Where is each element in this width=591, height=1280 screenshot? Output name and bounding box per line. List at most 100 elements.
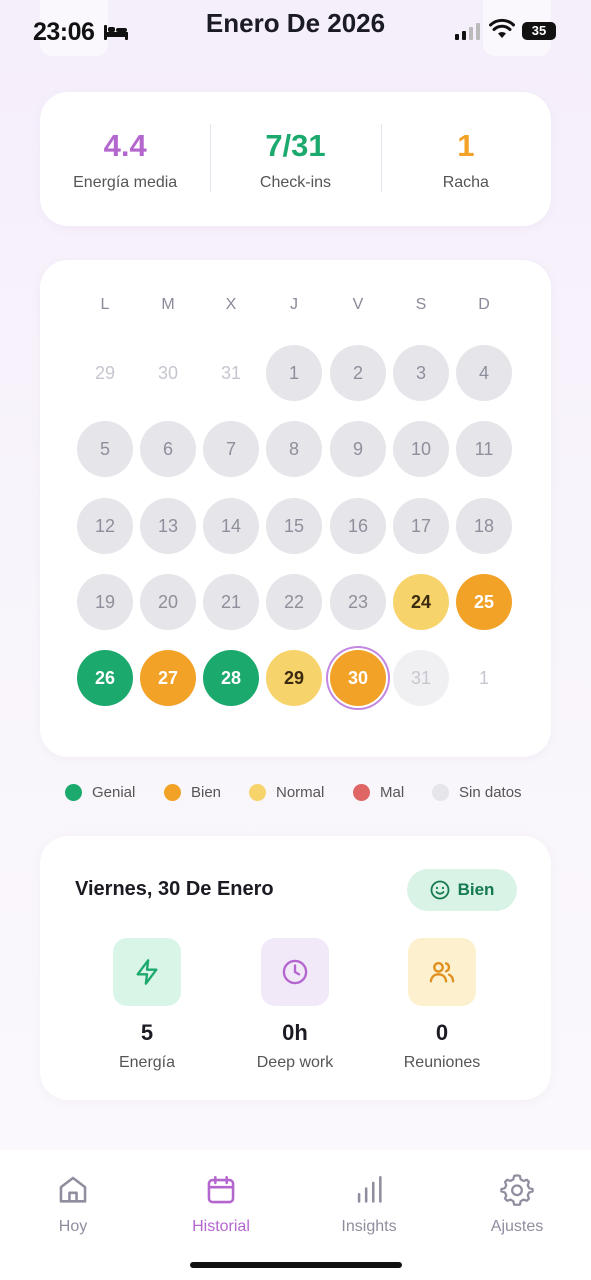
calendar-day: 29 <box>94 362 116 383</box>
stat-label: Check-ins <box>259 174 332 191</box>
stat-value: 1 <box>457 128 475 163</box>
weekday-header: LMXJVSD <box>40 296 551 314</box>
gear-icon <box>500 1174 534 1206</box>
weekday-label: D <box>478 296 490 313</box>
calendar-day[interactable]: 17 <box>393 498 449 554</box>
legend-item: Bien <box>164 784 221 801</box>
stat-value: 7/31 <box>265 128 326 163</box>
calendar-day[interactable]: 6 <box>140 421 196 477</box>
legend-item: Genial <box>65 784 135 801</box>
weekday-label: V <box>352 296 364 313</box>
stat-streak: 1 Racha <box>380 92 551 226</box>
calendar-day[interactable]: 7 <box>203 421 259 477</box>
tab-hoy[interactable]: Hoy <box>13 1172 133 1236</box>
lightning-icon <box>136 959 158 985</box>
smile-icon <box>430 880 449 900</box>
calendar-day[interactable]: 10 <box>393 421 449 477</box>
status-bar: 23:06 35 Enero De 2026 <box>0 0 591 60</box>
calendar-day[interactable]: 24 <box>393 574 449 630</box>
calendar-day: 30 <box>157 362 179 383</box>
metric-icon-box <box>113 938 181 1006</box>
calendar-day[interactable]: 1 <box>266 345 322 401</box>
calendar-day[interactable]: 14 <box>203 498 259 554</box>
calendar-day[interactable]: 29 <box>266 650 322 706</box>
legend-swatch <box>353 784 370 801</box>
metric-energy: 5 Energía <box>82 938 212 1072</box>
stat-label: Energía media <box>73 174 178 191</box>
metric-value: 5 <box>140 1020 154 1045</box>
calendar-day[interactable]: 22 <box>266 574 322 630</box>
stat-checkins: 7/31 Check-ins <box>210 92 380 226</box>
clock-icon <box>282 959 308 985</box>
calendar-day[interactable]: 18 <box>456 498 512 554</box>
calendar-day: 1 <box>478 667 489 688</box>
stat-energy: 4.4 Energía media <box>40 92 210 226</box>
users-icon <box>429 961 455 983</box>
calendar-day[interactable]: 13 <box>140 498 196 554</box>
metric-label: Reuniones <box>403 1054 481 1071</box>
tab-insights[interactable]: Insights <box>309 1172 429 1236</box>
calendar-day: 31 <box>220 362 242 383</box>
calendar-day[interactable]: 3 <box>393 345 449 401</box>
metric-value: 0 <box>435 1020 449 1045</box>
calendar-day[interactable]: 15 <box>266 498 322 554</box>
calendar-day[interactable]: 19 <box>77 574 133 630</box>
legend-label: Normal <box>276 784 325 801</box>
legend-label: Mal <box>380 784 405 801</box>
tab-label: Hoy <box>58 1218 88 1235</box>
calendar-day[interactable]: 16 <box>330 498 386 554</box>
day-detail-card: Viernes, 30 De Enero Bien 5 Energía 0h D… <box>40 836 551 1100</box>
home-indicator <box>190 1262 402 1268</box>
legend-item: Normal <box>249 784 324 801</box>
weekday-label: L <box>100 296 110 313</box>
home-icon <box>59 1176 87 1203</box>
stat-value: 4.4 <box>103 128 147 163</box>
mood-label: Bien <box>457 880 495 899</box>
calendar-day[interactable]: 26 <box>77 650 133 706</box>
metric-label: Deep work <box>256 1054 334 1071</box>
calendar-day[interactable]: 28 <box>203 650 259 706</box>
calendar-card: LMXJVSD 29 30 31 1 2 3 4 5 6 7 8 9 10 11 12 13 14 15 16 17 1… <box>40 260 551 757</box>
legend-label: Sin datos <box>459 784 522 801</box>
calendar-day[interactable]: 11 <box>456 421 512 477</box>
weekday-label: J <box>290 296 298 313</box>
metric-meetings: 0 Reuniones <box>377 938 507 1072</box>
calendar-day-selected[interactable]: 30 <box>330 650 386 706</box>
legend-item: Mal <box>353 784 404 801</box>
weekday-label: M <box>161 296 175 313</box>
calendar-day[interactable]: 9 <box>330 421 386 477</box>
page-title: Enero De 2026 <box>205 8 386 38</box>
calendar-day[interactable]: 23 <box>330 574 386 630</box>
calendar-day[interactable]: 21 <box>203 574 259 630</box>
legend-swatch <box>432 784 449 801</box>
tab-ajustes[interactable]: Ajustes <box>457 1172 577 1236</box>
weekday-label: S <box>415 296 427 313</box>
detail-date: Viernes, 30 De Enero <box>75 878 274 900</box>
calendar-day[interactable]: 20 <box>140 574 196 630</box>
calendar-icon <box>207 1175 235 1204</box>
stats-card: 4.4 Energía media 7/31 Check-ins 1 Racha <box>40 92 551 226</box>
calendar-day[interactable]: 31 <box>393 650 449 706</box>
legend-item: Sin datos <box>432 784 522 801</box>
tab-bar: Hoy Historial Insights Ajustes <box>0 1150 591 1280</box>
calendar-day[interactable]: 27 <box>140 650 196 706</box>
mood-legend: Genial Bien Normal Mal Sin datos <box>0 784 591 806</box>
tab-label: Insights <box>341 1218 397 1235</box>
legend-swatch <box>65 784 82 801</box>
calendar-day[interactable]: 2 <box>330 345 386 401</box>
legend-swatch <box>164 784 181 801</box>
metric-value: 0h <box>282 1020 308 1045</box>
metric-label: Energía <box>118 1054 176 1071</box>
calendar-day[interactable]: 25 <box>456 574 512 630</box>
calendar-day[interactable]: 8 <box>266 421 322 477</box>
calendar-day[interactable]: 4 <box>456 345 512 401</box>
tab-label: Ajustes <box>490 1218 544 1235</box>
tab-historial[interactable]: Historial <box>161 1172 281 1236</box>
metric-icon-box <box>408 938 476 1006</box>
calendar-day[interactable]: 5 <box>77 421 133 477</box>
calendar-day[interactable]: 12 <box>77 498 133 554</box>
stat-label: Racha <box>442 174 489 191</box>
metric-deep-work: 0h Deep work <box>230 938 360 1072</box>
legend-label: Bien <box>191 784 222 801</box>
legend-label: Genial <box>92 784 136 801</box>
